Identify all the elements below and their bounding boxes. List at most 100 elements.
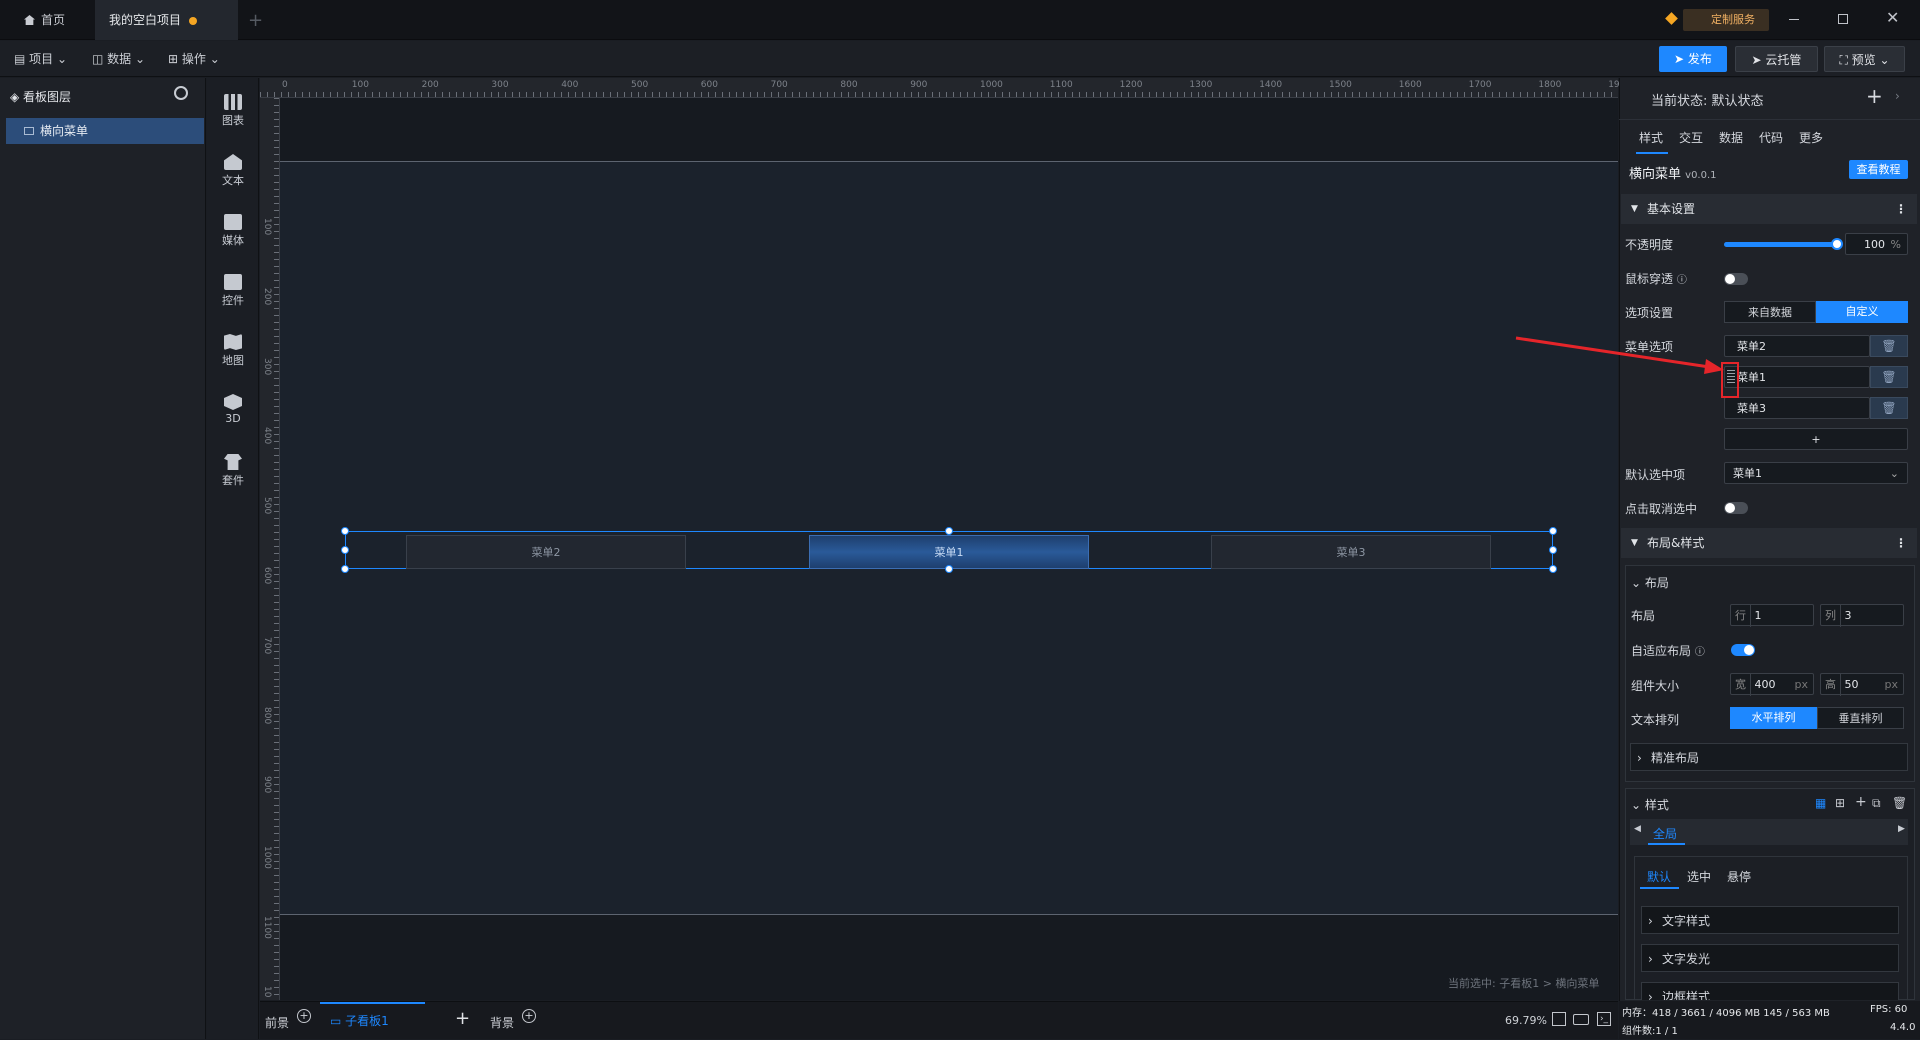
resize-handle[interactable]: [1549, 546, 1557, 554]
tab-default[interactable]: 默认: [1647, 868, 1671, 885]
resize-handle[interactable]: [341, 546, 349, 554]
more-vertical-icon[interactable]: ⋮: [1895, 528, 1907, 558]
menu-option-field[interactable]: 菜单3: [1724, 397, 1870, 419]
trash-icon[interactable]: 🗑: [1870, 366, 1908, 388]
tab-sub-board[interactable]: ▭ 子看板1: [320, 1002, 425, 1040]
menu-option-field[interactable]: 菜单2: [1724, 335, 1870, 357]
default-selected-select[interactable]: 菜单1 ⌄: [1724, 462, 1908, 484]
ruler-tick-label: 900: [262, 776, 272, 794]
style-subheader[interactable]: ⌄ 样式: [1631, 796, 1669, 813]
adaptive-layout-toggle[interactable]: [1731, 644, 1755, 656]
text-glow-section[interactable]: › 文字发光: [1641, 944, 1899, 972]
menu-item-selected[interactable]: 菜单1: [809, 535, 1089, 569]
service-button[interactable]: 定制服务: [1665, 9, 1769, 31]
resize-handle[interactable]: [1549, 527, 1557, 535]
menu-data[interactable]: ◫ 数据 ⌄: [92, 41, 145, 77]
search-icon[interactable]: [174, 86, 188, 100]
tab-global[interactable]: 全局: [1653, 825, 1677, 842]
background-tab[interactable]: 背景: [490, 1014, 514, 1031]
chevron-right-icon[interactable]: ›: [1895, 89, 1900, 103]
fit-screen-icon[interactable]: [1552, 1012, 1566, 1026]
tab-interaction[interactable]: 交互: [1679, 129, 1703, 146]
basic-settings-header[interactable]: ▼ 基本设置 ⋮: [1621, 194, 1917, 224]
trash-icon[interactable]: 🗑: [1892, 796, 1907, 810]
copy-icon[interactable]: ⧉: [1872, 796, 1881, 811]
preview-button[interactable]: ⛶ 预览 ⌄: [1824, 46, 1905, 72]
resize-handle[interactable]: [945, 527, 953, 535]
caret-left-icon[interactable]: ◀: [1634, 824, 1641, 834]
menu-project[interactable]: ▤ 项目 ⌄: [14, 41, 67, 77]
tutorial-button[interactable]: 查看教程: [1849, 160, 1908, 179]
opacity-value: 100: [1864, 238, 1885, 251]
resize-handle[interactable]: [341, 565, 349, 573]
horizontal-arrange-button[interactable]: 水平排列: [1730, 707, 1817, 729]
mouse-through-toggle[interactable]: [1724, 273, 1748, 285]
col-input[interactable]: 列 3: [1820, 604, 1904, 627]
caret-right-icon[interactable]: ▶: [1898, 824, 1905, 834]
tab-more[interactable]: 更多: [1799, 129, 1823, 146]
new-tab-button[interactable]: +: [248, 10, 263, 31]
text-arrange-label: 文本排列: [1631, 713, 1680, 727]
click-cancel-toggle[interactable]: [1724, 502, 1748, 514]
more-vertical-icon[interactable]: ⋮: [1895, 194, 1907, 224]
grid-icon[interactable]: ⊞: [1835, 796, 1845, 810]
width-input[interactable]: 宽 400 px: [1730, 673, 1814, 696]
add-circle-icon[interactable]: +: [297, 1009, 311, 1023]
minimize-icon[interactable]: [1789, 19, 1799, 20]
trash-icon[interactable]: 🗑: [1870, 335, 1908, 357]
row-input[interactable]: 行 1: [1730, 604, 1814, 627]
layer-item[interactable]: 横向菜单: [6, 118, 204, 144]
resize-handle[interactable]: [945, 565, 953, 573]
tool-text[interactable]: 文本: [207, 148, 259, 196]
foreground-tab[interactable]: 前景: [265, 1014, 289, 1031]
tool-3d[interactable]: 3D: [207, 388, 259, 436]
trash-icon[interactable]: 🗑: [1870, 397, 1908, 419]
resize-handle[interactable]: [341, 527, 349, 535]
text-style-section[interactable]: › 文字样式: [1641, 906, 1899, 934]
opacity-input[interactable]: 100%: [1845, 233, 1908, 255]
vertical-arrange-button[interactable]: 垂直排列: [1817, 707, 1904, 729]
tool-media[interactable]: 媒体: [207, 208, 259, 256]
layout-style-header[interactable]: ▼ 布局&样式 ⋮: [1621, 528, 1917, 558]
tab-style[interactable]: 样式: [1639, 129, 1663, 146]
menu-option-field[interactable]: 菜单1: [1724, 366, 1870, 388]
opacity-slider[interactable]: [1724, 238, 1843, 250]
menu-item[interactable]: 菜单3: [1211, 535, 1491, 569]
add-circle-icon[interactable]: +: [522, 1009, 536, 1023]
publish-button[interactable]: ➤ 发布: [1659, 46, 1727, 72]
tool-kit[interactable]: 套件: [207, 448, 259, 496]
ruler-tick-label: 500: [262, 497, 272, 515]
opacity-slider-knob[interactable]: [1831, 238, 1843, 250]
terminal-icon[interactable]: ›_: [1597, 1012, 1611, 1026]
tab-hover[interactable]: 悬停: [1727, 868, 1751, 885]
layout-subheader[interactable]: ⌄ 布局: [1631, 574, 1669, 591]
tab-code[interactable]: 代码: [1759, 129, 1783, 146]
table-icon[interactable]: ▦: [1815, 796, 1826, 810]
cloud-button[interactable]: ➤ 云托管: [1735, 46, 1818, 72]
menu-item[interactable]: 菜单2: [406, 535, 686, 569]
tab-selected[interactable]: 选中: [1687, 868, 1711, 885]
keyboard-icon[interactable]: [1573, 1014, 1589, 1025]
restore-icon[interactable]: [1838, 14, 1848, 24]
tool-chart[interactable]: 图表: [207, 88, 259, 136]
resize-handle[interactable]: [1549, 565, 1557, 573]
tab-data[interactable]: 数据: [1719, 129, 1743, 146]
precise-layout-section[interactable]: › 精准布局: [1630, 743, 1908, 771]
add-option-button[interactable]: +: [1724, 428, 1908, 450]
add-state-button[interactable]: +: [1866, 84, 1883, 108]
tool-map[interactable]: 地图: [207, 328, 259, 376]
add-board-button[interactable]: +: [455, 1008, 470, 1029]
option-from-data[interactable]: 来自数据: [1724, 301, 1816, 323]
border-style-section[interactable]: › 边框样式: [1641, 982, 1899, 1000]
height-unit: px: [1884, 678, 1899, 691]
option-custom[interactable]: 自定义: [1816, 301, 1908, 323]
plus-icon[interactable]: +: [1855, 794, 1867, 810]
zoom-level[interactable]: 69.79%: [1505, 1014, 1547, 1027]
tab-project[interactable]: 我的空白项目: [95, 0, 238, 40]
tool-control[interactable]: 控件: [207, 268, 259, 316]
menu-operation[interactable]: ⊞ 操作 ⌄: [168, 41, 220, 77]
row-prefix: 行: [1731, 605, 1751, 627]
tab-home[interactable]: 首页: [10, 0, 94, 40]
close-icon[interactable]: ✕: [1886, 8, 1899, 27]
height-input[interactable]: 高 50 px: [1820, 673, 1904, 696]
